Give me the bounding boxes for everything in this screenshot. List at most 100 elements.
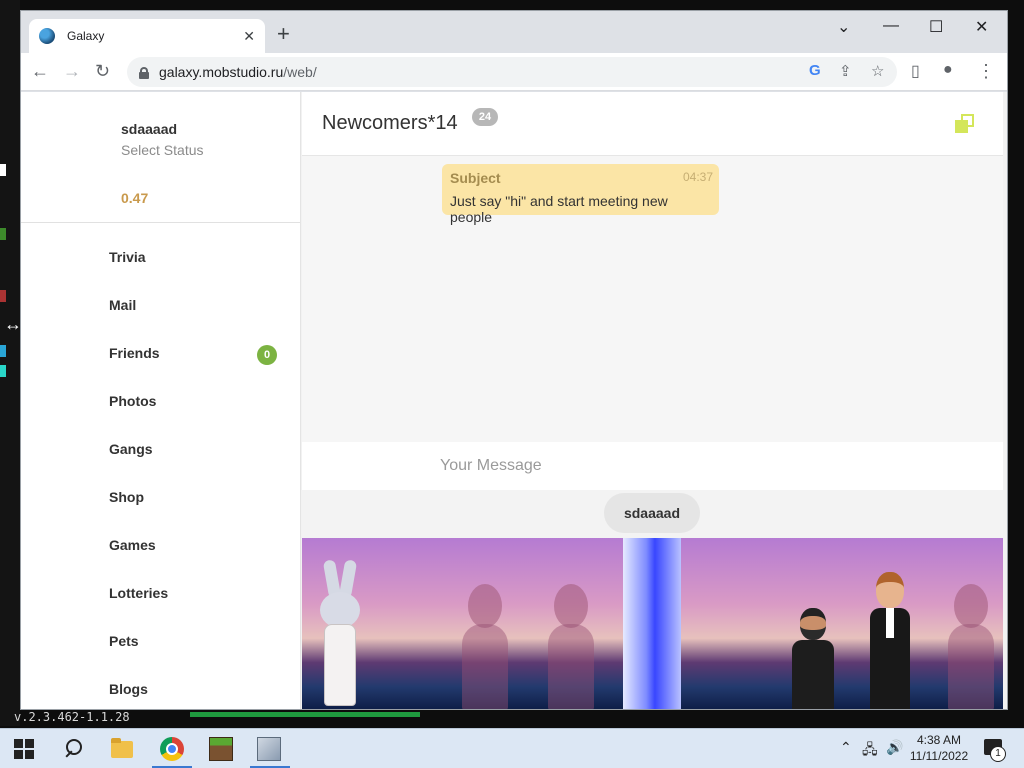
address-bar[interactable]: galaxy.mobstudio.ru/web/ G ⇪ ☆ xyxy=(127,57,897,87)
sidebar-item-trivia[interactable]: Trivia xyxy=(21,233,300,281)
profile-card[interactable]: sdaaaad Select Status 0.47 xyxy=(21,92,300,223)
sidebar-item-label: Shop xyxy=(109,489,144,505)
sidebar-item-label: Lotteries xyxy=(109,585,169,601)
volume-icon[interactable]: 🔊 xyxy=(886,739,903,756)
silhouette-body xyxy=(548,624,594,709)
reload-button[interactable]: ↻ xyxy=(95,61,110,82)
browser-toolbar: ← → ↻ galaxy.mobstudio.ru/web/ G ⇪ ☆ ▯ ●… xyxy=(21,53,1007,91)
room-title[interactable]: Newcomers*14 xyxy=(322,112,458,135)
groom-avatar[interactable] xyxy=(866,572,914,709)
bearded-man-avatar[interactable] xyxy=(788,608,838,709)
maximize-button[interactable]: ☐ xyxy=(929,17,943,37)
browser-window: Galaxy ✕ + ⌄ — ☐ ✕ ← → ↻ galaxy.mobstudi… xyxy=(20,10,1008,710)
chat-panel: Newcomers*14 24 Subject 04:37 Just say "… xyxy=(302,92,1003,709)
chrome-icon[interactable] xyxy=(160,737,184,761)
image-app-icon[interactable] xyxy=(257,737,281,761)
profile-icon[interactable]: ● xyxy=(943,61,953,79)
tab-galaxy[interactable]: Galaxy ✕ xyxy=(29,19,265,53)
silhouette-head xyxy=(554,584,588,628)
desktop-icon-fragment xyxy=(0,164,6,176)
clock[interactable]: 4:38 AM 11/11/2022 xyxy=(908,732,970,764)
silhouette-head xyxy=(468,584,502,628)
clock-date: 11/11/2022 xyxy=(909,749,969,763)
bunny-avatar[interactable] xyxy=(306,559,372,709)
network-icon[interactable]: 🖧 xyxy=(862,739,878,763)
sidebar-item-label: Photos xyxy=(109,393,157,409)
silhouette-body xyxy=(948,624,994,709)
tab-title: Galaxy xyxy=(67,29,105,43)
room-user-count-badge[interactable]: 24 xyxy=(472,108,498,126)
sidebar-item-friends[interactable]: Friends 0 xyxy=(21,329,300,377)
bookmark-star-icon[interactable]: ☆ xyxy=(871,62,884,80)
sidebar-item-label: Pets xyxy=(109,633,139,649)
balance-value: 0.47 xyxy=(121,190,149,206)
empty-avatar-slot[interactable] xyxy=(948,584,994,709)
galaxy-page: sdaaaad Select Status 0.47 Trivia Mail F… xyxy=(21,92,1007,709)
tab-strip: Galaxy ✕ + ⌄ — ☐ ✕ xyxy=(21,11,1007,53)
stage-user-chip[interactable]: sdaaaad xyxy=(604,493,700,533)
tab-list-chevron-icon[interactable]: ⌄ xyxy=(837,17,850,37)
url-path: /web/ xyxy=(283,64,317,80)
game-version-label: v.2.3.462-1.1.28 xyxy=(14,710,130,724)
message-input[interactable] xyxy=(440,454,960,478)
sidebar-item-games[interactable]: Games xyxy=(21,521,300,569)
message-time: 04:37 xyxy=(682,170,713,184)
expand-icon-part xyxy=(961,114,974,127)
sidebar-item-photos[interactable]: Photos xyxy=(21,377,300,425)
url-host: galaxy.mobstudio.ru xyxy=(159,64,284,80)
forward-button[interactable]: → xyxy=(63,61,81,82)
sidebar-menu: Trivia Mail Friends 0 Photos Gangs Shop G… xyxy=(21,233,300,709)
file-explorer-icon[interactable] xyxy=(110,737,134,761)
avatar-scene xyxy=(302,538,1003,709)
empty-avatar-slot[interactable] xyxy=(462,584,508,709)
message-list[interactable]: Subject 04:37 Just say "hi" and start me… xyxy=(302,156,1003,442)
silhouette-head xyxy=(954,584,988,628)
sidebar-item-label: Trivia xyxy=(109,249,146,265)
sidebar-item-label: Games xyxy=(109,537,156,553)
sidebar-item-lotteries[interactable]: Lotteries xyxy=(21,569,300,617)
loading-progress-bar xyxy=(190,712,420,717)
windows-start-icon[interactable] xyxy=(14,739,34,759)
message-text: Just say "hi" and start meeting new peop… xyxy=(450,193,668,225)
notification-count-badge: 1 xyxy=(990,746,1006,762)
tab-close-icon[interactable]: ✕ xyxy=(243,28,255,45)
lock-icon[interactable] xyxy=(139,66,149,79)
sidebar-item-shop[interactable]: Shop xyxy=(21,473,300,521)
minimize-button[interactable]: — xyxy=(883,17,899,35)
sidebar: sdaaaad Select Status 0.47 Trivia Mail F… xyxy=(21,92,301,709)
empty-avatar-slot[interactable] xyxy=(548,584,594,709)
side-panel-icon[interactable]: ▯ xyxy=(911,61,920,81)
galaxy-favicon-icon xyxy=(39,28,55,44)
expand-room-icon[interactable] xyxy=(955,114,977,136)
status-selector[interactable]: Select Status xyxy=(121,142,204,158)
sidebar-item-gangs[interactable]: Gangs xyxy=(21,425,300,473)
chrome-menu-icon[interactable]: ⋮ xyxy=(977,61,995,82)
bunny-robe xyxy=(324,624,356,706)
back-button[interactable]: ← xyxy=(31,61,49,82)
search-icon[interactable] xyxy=(62,737,86,761)
bunny-head xyxy=(320,592,360,628)
minecraft-icon[interactable] xyxy=(209,737,233,761)
sidebar-item-pets[interactable]: Pets xyxy=(21,617,300,665)
tray-chevron-icon[interactable]: ⌃ xyxy=(840,739,852,756)
friends-count-badge: 0 xyxy=(257,345,277,365)
message-composer xyxy=(302,442,1003,490)
sidebar-item-label: Friends xyxy=(109,345,160,361)
sidebar-item-mail[interactable]: Mail xyxy=(21,281,300,329)
message-subject: Subject xyxy=(450,170,501,186)
silhouette-body xyxy=(462,624,508,709)
sidebar-item-label: Mail xyxy=(109,297,137,313)
new-tab-button[interactable]: + xyxy=(277,23,290,45)
avatar-shirt xyxy=(886,608,894,638)
teleport-beam xyxy=(623,538,681,709)
desktop-icon-fragment xyxy=(0,290,6,302)
share-icon[interactable]: ⇪ xyxy=(839,62,852,80)
stage-user-bar: sdaaaad xyxy=(302,490,1003,538)
clock-time: 4:38 AM xyxy=(916,733,962,747)
desktop-background xyxy=(0,0,20,726)
google-lens-icon[interactable]: G xyxy=(809,62,821,79)
profile-username[interactable]: sdaaaad xyxy=(121,121,177,137)
sidebar-item-blogs[interactable]: Blogs xyxy=(21,665,300,709)
close-window-button[interactable]: ✕ xyxy=(975,17,988,37)
avatar-suit xyxy=(792,640,834,709)
